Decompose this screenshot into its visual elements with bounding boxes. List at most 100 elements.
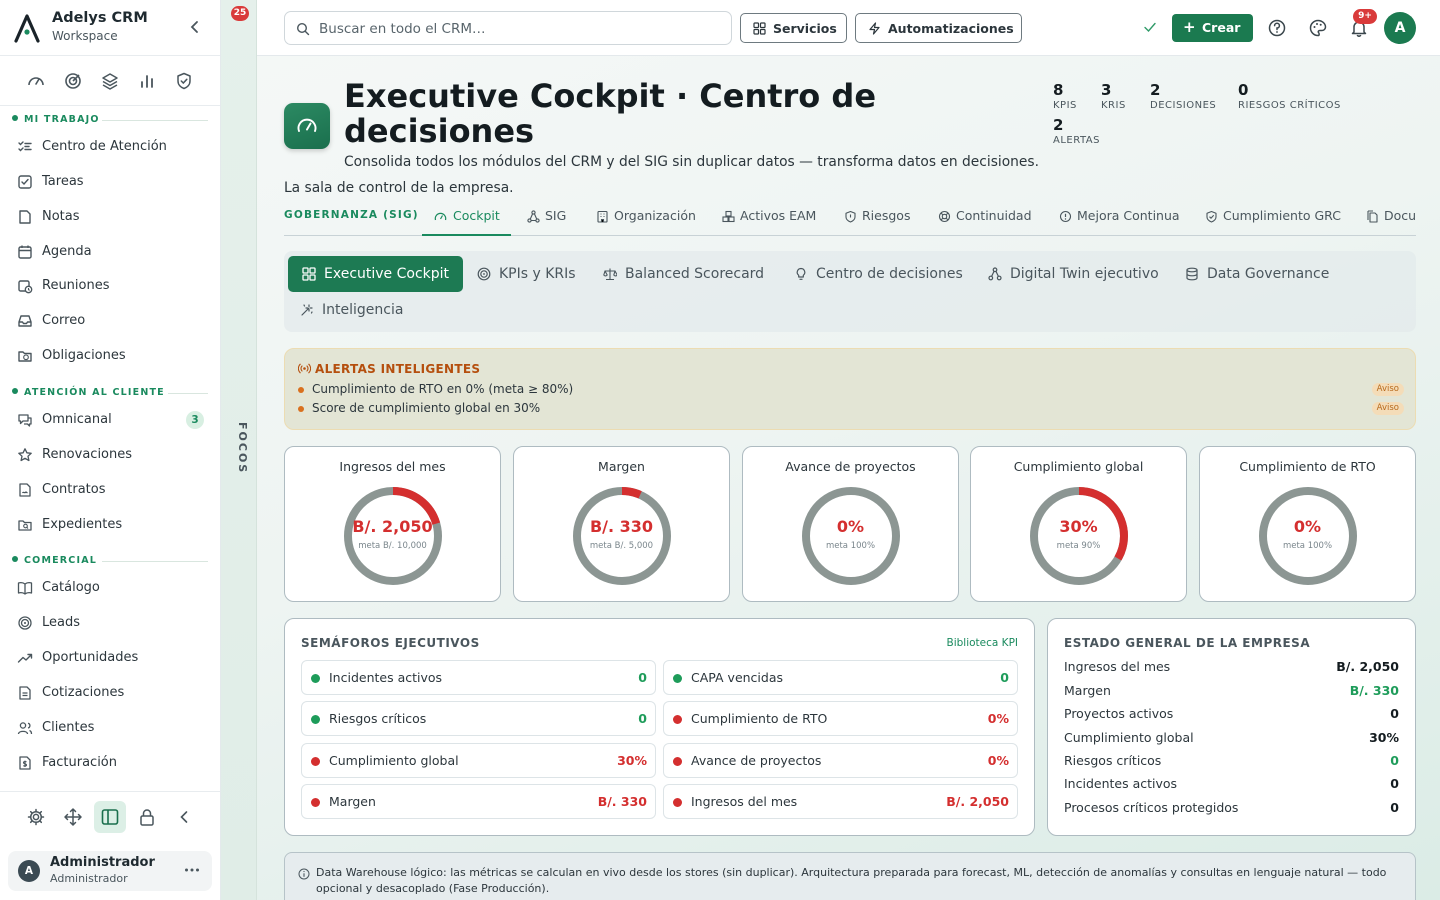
traffic-light-row[interactable]: Cumplimiento global 30% (301, 743, 656, 778)
module-group-label: GOBERNANZA (SIG) (284, 209, 419, 221)
alert-item[interactable]: Score de cumplimiento global en 30% Avis… (298, 400, 1404, 418)
stat-kris: 3 KRIs (1101, 81, 1126, 111)
status-dot (311, 798, 320, 807)
tab-digital-twin-ejecutivo[interactable]: Digital Twin ejecutivo (974, 256, 1174, 292)
sidebar-item-obligaciones[interactable]: Obligaciones (8, 340, 212, 372)
more-horizontal-icon[interactable] (182, 860, 202, 880)
sidebar-item-facturacion[interactable]: Facturación (8, 747, 212, 779)
tab-cumplimiento-grc[interactable]: Cumplimiento GRC (1205, 201, 1343, 236)
tab-sig[interactable]: SIG (527, 201, 583, 236)
traffic-light-row[interactable]: Margen B/. 330 (301, 784, 656, 819)
brand-subtitle: Workspace (52, 29, 118, 43)
focus-rail[interactable]: 25 FOCOS (221, 0, 257, 900)
lock-icon[interactable] (137, 807, 157, 827)
traffic-light-row[interactable]: Incidentes activos 0 (301, 660, 656, 695)
gauge-value: 0% (836, 517, 865, 536)
sidebar-item-oportunidades[interactable]: Oportunidades (8, 642, 212, 674)
stat-alertas: 2 Alertas (1053, 116, 1100, 146)
sidebar-item-centro-de-atencion[interactable]: Centro de Atención (8, 131, 212, 163)
files-icon (1367, 210, 1378, 223)
services-button[interactable]: Servicios (740, 13, 847, 43)
sidebar-item-contratos[interactable]: Contratos (8, 474, 212, 506)
sidebar-item-correo[interactable]: Correo (8, 305, 212, 337)
tab-riesgos[interactable]: Riesgos (844, 201, 920, 236)
gauge-ring (573, 487, 671, 585)
tab-balanced-scorecard[interactable]: Balanced Scorecard (589, 256, 781, 292)
status-dot (311, 757, 320, 766)
kpi-library-link[interactable]: Biblioteca KPI (947, 637, 1018, 649)
tab-activos-eam[interactable]: Activos EAM (722, 201, 826, 236)
sidebar-item-label: Facturación (42, 755, 117, 770)
gauge-icon (434, 212, 447, 221)
sidebar-item-notas[interactable]: Notas (8, 201, 212, 233)
avatar[interactable]: A (1384, 12, 1416, 44)
gauge-card-cumplimiento-rto[interactable]: Cumplimiento de RTO 0% meta 100% (1199, 446, 1416, 602)
tab-centro-de-decisiones[interactable]: Centro de decisiones (780, 256, 978, 292)
inbox-icon (18, 315, 32, 327)
status-dot (311, 674, 320, 683)
page-icon (284, 103, 330, 149)
info-icon (298, 868, 310, 880)
gauge-card-margen[interactable]: Margen B/. 330 meta B/. 5,000 (513, 446, 730, 602)
move-icon[interactable] (63, 807, 83, 827)
automations-button[interactable]: Automatizaciones (855, 13, 1022, 43)
alert-item[interactable]: Cumplimiento de RTO en 0% (meta ≥ 80%) A… (298, 381, 1404, 399)
layers-icon[interactable] (100, 71, 120, 91)
sidebar-item-catalogo[interactable]: Catálogo (8, 572, 212, 604)
contract-icon (19, 483, 31, 497)
tab-data-governance[interactable]: Data Governance (1171, 256, 1341, 292)
panel-layout-icon[interactable] (94, 801, 126, 833)
gauge-card-avance-proyectos[interactable]: Avance de proyectos 0% meta 100% (742, 446, 959, 602)
chevron-left-icon[interactable] (174, 807, 194, 827)
traffic-light-row[interactable]: Cumplimiento de RTO 0% (663, 701, 1018, 736)
bar-chart-icon[interactable] (137, 71, 157, 91)
tab-organizacion[interactable]: Organización (596, 201, 708, 236)
sidebar-item-leads[interactable]: Leads (8, 607, 212, 639)
sidebar-item-renovaciones[interactable]: Renovaciones (8, 439, 212, 471)
global-search[interactable] (284, 11, 732, 45)
traffic-light-row[interactable]: CAPA vencidas 0 (663, 660, 1018, 695)
tab-executive-cockpit[interactable]: Executive Cockpit (288, 256, 463, 292)
gauge-icon[interactable] (26, 71, 46, 91)
sidebar-item-expedientes[interactable]: Expedientes (8, 509, 212, 541)
traffic-light-row[interactable]: Avance de proyectos 0% (663, 743, 1018, 778)
status-dot (673, 798, 682, 807)
tab-continuidad[interactable]: Continuidad (938, 201, 1038, 236)
sidebar-item-clientes[interactable]: Clientes (8, 712, 212, 744)
palette-icon[interactable] (1308, 18, 1328, 38)
lightning-icon (869, 22, 880, 35)
tab-mejora-continua[interactable]: Mejora Continua (1059, 201, 1180, 236)
boxes-icon (722, 210, 735, 223)
chevron-left-icon[interactable] (186, 18, 204, 36)
tab-cockpit[interactable]: Cockpit (422, 201, 511, 236)
user-card[interactable]: A Administrador Administrador (8, 851, 212, 891)
tab-documentos[interactable]: Docu (1366, 201, 1416, 236)
target-arrow-icon[interactable] (63, 71, 83, 91)
create-button[interactable]: + Crear (1172, 14, 1253, 42)
traffic-light-row[interactable]: Ingresos del mes B/. 2,050 (663, 784, 1018, 819)
gear-icon[interactable] (26, 807, 46, 827)
sidebar-item-omnicanal[interactable]: Omnicanal 3 (8, 404, 212, 436)
page-description: Consolida todos los módulos del CRM y de… (344, 154, 1039, 170)
status-row: Ingresos del mes B/. 2,050 (1064, 659, 1399, 674)
help-icon[interactable] (1267, 18, 1287, 38)
sidebar-item-label: Obligaciones (42, 348, 126, 363)
focus-label[interactable]: FOCOS (229, 422, 249, 478)
traffic-light-row[interactable]: Riesgos críticos 0 (301, 701, 656, 736)
shield-check-icon[interactable] (174, 71, 194, 91)
sparkles-icon (301, 304, 313, 316)
topbar: Servicios Automatizaciones + Crear 9+ A (257, 0, 1440, 56)
gauge-card-cumplimiento-global[interactable]: Cumplimiento global 30% meta 90% (970, 446, 1187, 602)
sidebar-item-cotizaciones[interactable]: Cotizaciones (8, 677, 212, 709)
tab-kpis-y-kris[interactable]: KPIs y KRIs (463, 256, 589, 292)
sidebar-item-tareas[interactable]: Tareas (8, 166, 212, 198)
gauge-title: Margen (598, 459, 645, 474)
target-icon (477, 267, 491, 281)
search-input[interactable] (319, 18, 719, 40)
sidebar-item-reuniones[interactable]: Reuniones (8, 270, 212, 302)
gauge-card-ingresos[interactable]: Ingresos del mes B/. 2,050 meta B/. 10,0… (284, 446, 501, 602)
tab-inteligencia[interactable]: Inteligencia (286, 292, 416, 328)
sidebar-item-agenda[interactable]: Agenda (8, 236, 212, 268)
status-row: Margen B/. 330 (1064, 683, 1399, 698)
gauge-ring (802, 487, 900, 585)
